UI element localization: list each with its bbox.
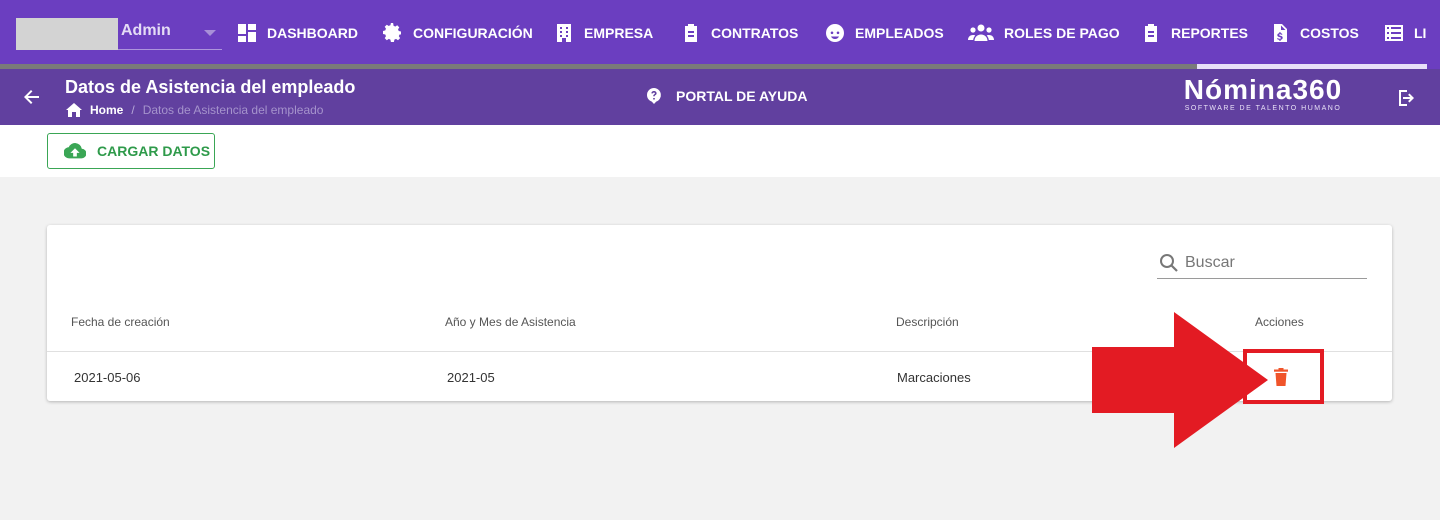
- clipboard-icon: [685, 24, 697, 42]
- home-icon: [66, 103, 82, 117]
- nav-item-li[interactable]: LI: [1384, 20, 1426, 46]
- face-icon: [826, 24, 844, 42]
- nav-item-label: DASHBOARD: [267, 25, 358, 41]
- toolbar: CARGAR DATOS: [0, 125, 1440, 177]
- top-nav: Admin DASHBOARD CONFIGURACIÓN EMPRESA CO…: [0, 0, 1440, 64]
- avatar: [16, 18, 118, 50]
- nav-item-dashboard[interactable]: DASHBOARD: [237, 20, 358, 46]
- nav-item-reportes[interactable]: REPORTES: [1141, 20, 1248, 46]
- nav-item-empleados[interactable]: EMPLEADOS: [825, 20, 944, 46]
- breadcrumb-separator: /: [131, 103, 135, 117]
- back-arrow-icon[interactable]: [22, 87, 42, 107]
- annotation-highlight-box: [1243, 349, 1324, 404]
- nav-item-roles-de-pago[interactable]: ROLES DE PAGO: [968, 20, 1120, 46]
- clipboard-icon: [1145, 24, 1157, 42]
- list-icon: [1385, 25, 1403, 41]
- nav-item-costos[interactable]: COSTOS: [1270, 20, 1359, 46]
- building-icon: [557, 24, 571, 42]
- user-select[interactable]: Admin: [16, 12, 222, 50]
- user-name: Admin: [121, 22, 171, 39]
- nav-item-label: CONTRATOS: [711, 25, 799, 41]
- help-portal-label: PORTAL DE AYUDA: [676, 88, 808, 104]
- brand-name: Nómina360: [1183, 74, 1343, 105]
- search-box[interactable]: [1157, 247, 1367, 279]
- brand-tagline: SOFTWARE DE TALENTO HUMANO: [1184, 105, 1342, 112]
- column-header-fecha[interactable]: Fecha de creación: [71, 315, 170, 329]
- cell-anio-mes: 2021-05: [447, 370, 495, 385]
- help-portal-link[interactable]: PORTAL DE AYUDA: [646, 88, 807, 104]
- nav-item-label: ROLES DE PAGO: [1004, 25, 1120, 41]
- nav-item-label: COSTOS: [1300, 25, 1359, 41]
- search-icon: [1160, 253, 1178, 272]
- upload-data-label: CARGAR DATOS: [97, 143, 211, 159]
- nav-item-label: REPORTES: [1171, 25, 1249, 41]
- dashboard-icon: [238, 24, 256, 42]
- annotation-arrow-icon: [1092, 312, 1268, 448]
- breadcrumb: Home / Datos de Asistencia del empleado: [66, 103, 323, 117]
- cell-descripcion: Marcaciones: [897, 370, 971, 385]
- cloud-upload-icon: [64, 143, 86, 159]
- brand-logo: Nómina360 SOFTWARE DE TALENTO HUMANO: [1168, 74, 1358, 113]
- nav-item-label: EMPRESA: [584, 25, 654, 41]
- page-header: Datos de Asistencia del empleado Home / …: [0, 69, 1440, 125]
- nav-item-label: CONFIGURACIÓN: [413, 25, 533, 41]
- nav-item-empresa[interactable]: EMPRESA: [554, 20, 653, 46]
- logout-icon[interactable]: [1396, 88, 1416, 108]
- nav-item-label: EMPLEADOS: [855, 25, 944, 41]
- upload-data-button[interactable]: CARGAR DATOS: [47, 133, 215, 169]
- column-header-descripcion[interactable]: Descripción: [896, 315, 959, 329]
- gear-icon: [383, 23, 401, 42]
- caret-down-icon: [204, 30, 216, 36]
- search-input[interactable]: [1185, 253, 1355, 272]
- breadcrumb-home[interactable]: Home: [90, 103, 123, 117]
- nav-item-configuracion[interactable]: CONFIGURACIÓN: [383, 20, 533, 46]
- page-title: Datos de Asistencia del empleado: [65, 77, 356, 97]
- help-icon: [647, 88, 661, 104]
- cell-fecha: 2021-05-06: [74, 370, 141, 385]
- dollar-file-icon: [1274, 24, 1287, 42]
- column-header-anio-mes[interactable]: Año y Mes de Asistencia: [445, 315, 576, 329]
- people-icon: [968, 24, 994, 41]
- breadcrumb-current: Datos de Asistencia del empleado: [142, 103, 324, 117]
- nav-item-label: LI: [1414, 25, 1427, 41]
- nav-item-contratos[interactable]: CONTRATOS: [681, 20, 798, 46]
